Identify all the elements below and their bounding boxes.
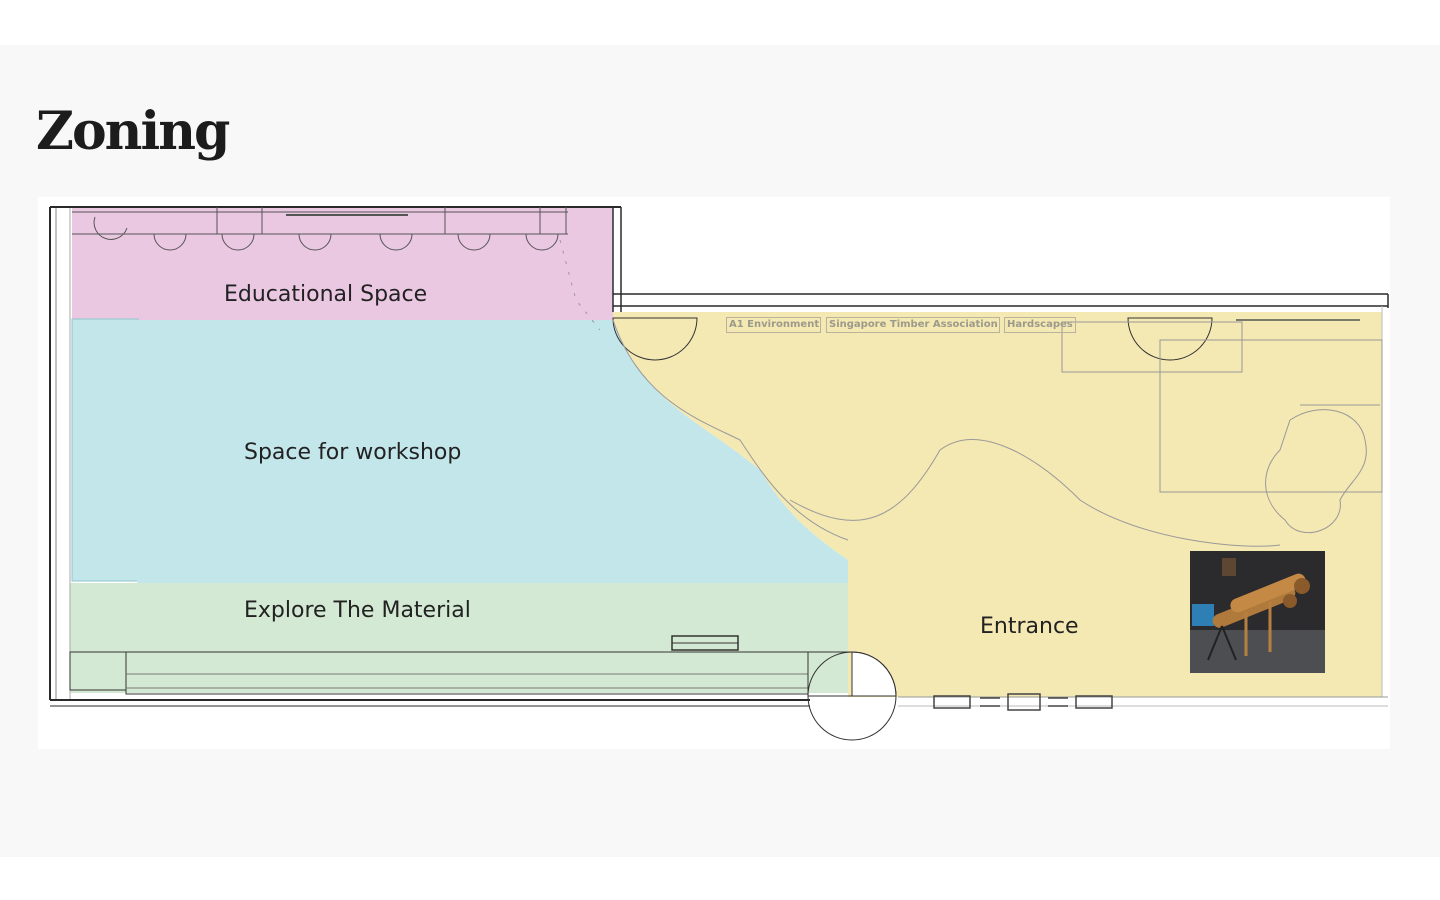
booth-label-hardscapes: Hardscapes (1004, 317, 1076, 333)
booth-label-singapore-timber: Singapore Timber Association (826, 317, 1000, 333)
wooden-telescope-installation-photo (1190, 551, 1325, 673)
explore-counter (69, 635, 897, 741)
floor-plan (49, 206, 1389, 741)
zone-label-educational: Educational Space (224, 282, 428, 307)
booth-label-a1-environment: A1 Environment (726, 317, 821, 333)
zone-label-entrance: Entrance (980, 614, 1079, 639)
zone-workshop-left-strip (71, 318, 139, 582)
zone-label-explore: Explore The Material (244, 598, 471, 623)
zone-label-workshop: Space for workshop (244, 440, 462, 465)
